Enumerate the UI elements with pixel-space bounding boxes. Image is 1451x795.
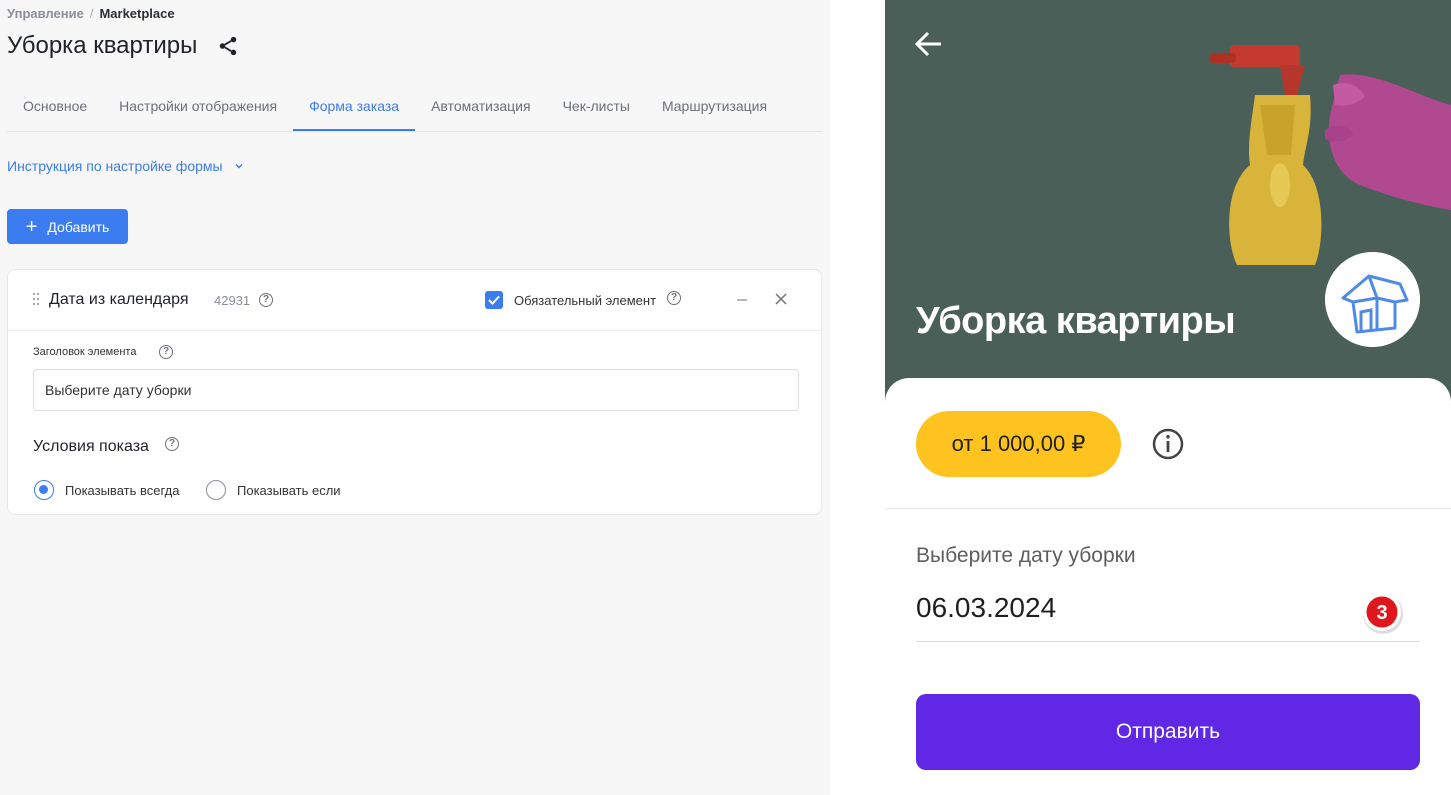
tab-display-settings[interactable]: Настройки отображения bbox=[103, 88, 293, 131]
radio-show-if[interactable] bbox=[206, 480, 226, 500]
form-instruction-label: Инструкция по настройке формы bbox=[7, 158, 223, 174]
breadcrumb-separator: / bbox=[89, 6, 94, 21]
tab-checklists[interactable]: Чек-листы bbox=[547, 88, 646, 131]
tab-routing[interactable]: Маршрутизация bbox=[646, 88, 783, 131]
field-id: 42931 bbox=[214, 293, 251, 308]
help-icon[interactable]: ? bbox=[159, 345, 173, 359]
radio-show-always[interactable] bbox=[34, 480, 54, 500]
submit-button[interactable]: Отправить bbox=[916, 694, 1420, 770]
breadcrumb: Управление / Marketplace bbox=[7, 6, 175, 21]
admin-panel: Управление / Marketplace Уборка квартиры О… bbox=[0, 0, 830, 795]
radio-show-always-label[interactable]: Показывать всегда bbox=[65, 483, 179, 498]
share-icon[interactable] bbox=[217, 35, 239, 57]
required-label: Обязательный элемент bbox=[514, 293, 657, 308]
price-badge: от 1 000,00 ₽ bbox=[916, 411, 1121, 477]
step-marker: 3 bbox=[1363, 593, 1403, 634]
help-icon[interactable]: ? bbox=[667, 291, 681, 305]
radio-show-if-label[interactable]: Показывать если bbox=[237, 483, 341, 498]
help-icon[interactable]: ? bbox=[165, 437, 179, 451]
collapse-icon[interactable] bbox=[735, 291, 749, 309]
back-arrow-icon[interactable] bbox=[913, 28, 945, 60]
step-marker-number: 3 bbox=[1376, 602, 1387, 624]
add-button-label: Добавить bbox=[47, 218, 110, 235]
page-title: Уборка квартиры bbox=[7, 32, 198, 59]
page-title-row: Уборка квартиры bbox=[7, 32, 239, 60]
help-icon[interactable]: ? bbox=[259, 293, 273, 307]
drag-handle-icon[interactable] bbox=[32, 292, 40, 306]
field-card-header: Дата из календаря 42931 ? Обязательный э… bbox=[8, 270, 821, 331]
element-title-label: Заголовок элемента bbox=[33, 346, 137, 358]
plus-icon: + bbox=[25, 215, 38, 238]
preview-title: Уборка квартиры bbox=[916, 300, 1236, 342]
hero-banner: Уборка квартиры bbox=[885, 0, 1451, 410]
chevron-down-icon bbox=[235, 163, 243, 169]
close-icon[interactable] bbox=[775, 293, 787, 305]
breadcrumb-root[interactable]: Управление bbox=[7, 6, 84, 21]
divider bbox=[885, 508, 1451, 509]
add-button[interactable]: + Добавить bbox=[7, 209, 128, 244]
form-field-card: Дата из календаря 42931 ? Обязательный э… bbox=[7, 269, 822, 515]
form-instruction-link[interactable]: Инструкция по настройке формы bbox=[7, 158, 245, 174]
tab-main[interactable]: Основное bbox=[7, 88, 103, 131]
preview-sheet: от 1 000,00 ₽ Выберите дату уборки 06.03… bbox=[885, 378, 1451, 795]
date-field-value[interactable]: 06.03.2024 bbox=[916, 592, 1420, 642]
spray-bottle-image bbox=[1210, 45, 1451, 265]
info-icon[interactable] bbox=[1151, 427, 1185, 461]
tab-order-form[interactable]: Форма заказа bbox=[293, 88, 416, 131]
required-checkbox[interactable] bbox=[485, 291, 503, 309]
house-icon bbox=[1325, 252, 1420, 347]
panel-gap bbox=[830, 0, 885, 795]
breadcrumb-current: Marketplace bbox=[99, 6, 175, 21]
element-title-input[interactable]: Выберите дату уборки bbox=[33, 369, 799, 411]
tabs: Основное Настройки отображения Форма зак… bbox=[7, 88, 822, 132]
mobile-preview: Уборка квартиры от 1 000,00 ₽ Выберите д… bbox=[885, 0, 1451, 795]
date-field-label: Выберите дату уборки bbox=[916, 544, 1136, 567]
tab-automation[interactable]: Автоматизация bbox=[415, 88, 546, 131]
conditions-title: Условия показа bbox=[33, 438, 149, 455]
field-name: Дата из календаря bbox=[49, 291, 189, 308]
